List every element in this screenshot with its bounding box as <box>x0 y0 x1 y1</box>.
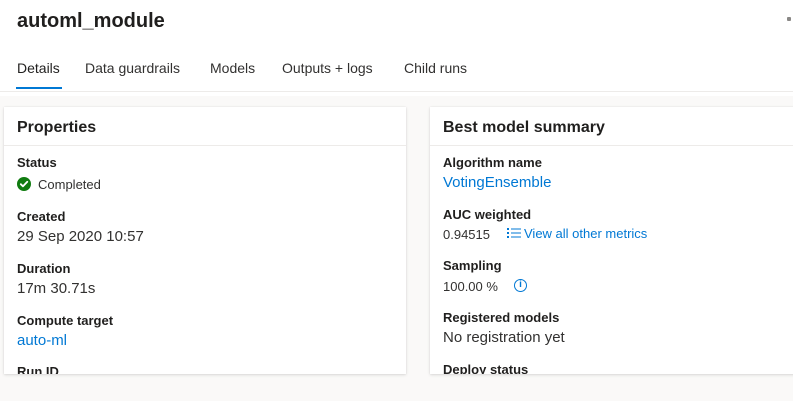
algorithm-link[interactable]: VotingEnsemble <box>443 174 551 191</box>
compute-target-label: Compute target <box>17 313 114 328</box>
properties-card: Properties Status Completed Created 29 S… <box>4 107 406 374</box>
status-value: Completed <box>38 177 101 192</box>
list-icon <box>507 228 521 238</box>
status-label: Status <box>17 155 57 170</box>
properties-title: Properties <box>17 119 97 136</box>
registered-models-label: Registered models <box>443 310 560 325</box>
active-tab-indicator <box>16 87 62 89</box>
tab-models[interactable]: Models <box>210 60 255 76</box>
created-value: 29 Sep 2020 10:57 <box>17 228 144 245</box>
card-divider <box>4 145 406 146</box>
tabs-divider <box>0 91 793 92</box>
run-id-label: Run ID <box>17 364 59 374</box>
tab-outputs-logs[interactable]: Outputs + logs <box>282 60 373 76</box>
auc-value: 0.94515 <box>443 227 490 242</box>
more-options-icon[interactable] <box>787 17 791 21</box>
auc-label: AUC weighted <box>443 207 532 222</box>
deploy-status-label: Deploy status <box>443 362 529 374</box>
algorithm-label: Algorithm name <box>443 155 542 170</box>
created-label: Created <box>17 209 66 224</box>
check-circle-icon <box>17 177 31 191</box>
tab-details[interactable]: Details <box>17 60 60 76</box>
compute-target-link[interactable]: auto-ml <box>17 332 67 349</box>
sampling-value: 100.00 % <box>443 279 498 294</box>
tab-child-runs[interactable]: Child runs <box>404 60 467 76</box>
duration-value: 17m 30.71s <box>17 280 96 297</box>
page-title: automl_module <box>17 10 165 32</box>
sampling-label: Sampling <box>443 258 502 273</box>
duration-label: Duration <box>17 261 71 276</box>
info-icon[interactable]: i <box>514 279 527 292</box>
card-divider <box>430 145 793 146</box>
registered-models-value: No registration yet <box>443 329 565 346</box>
view-metrics-label: View all other metrics <box>524 226 648 241</box>
view-metrics-link[interactable]: View all other metrics <box>507 226 647 241</box>
best-model-summary-card: Best model summary Algorithm name Voting… <box>430 107 793 374</box>
best-model-title: Best model summary <box>443 119 605 136</box>
tab-data-guardrails[interactable]: Data guardrails <box>85 60 180 76</box>
